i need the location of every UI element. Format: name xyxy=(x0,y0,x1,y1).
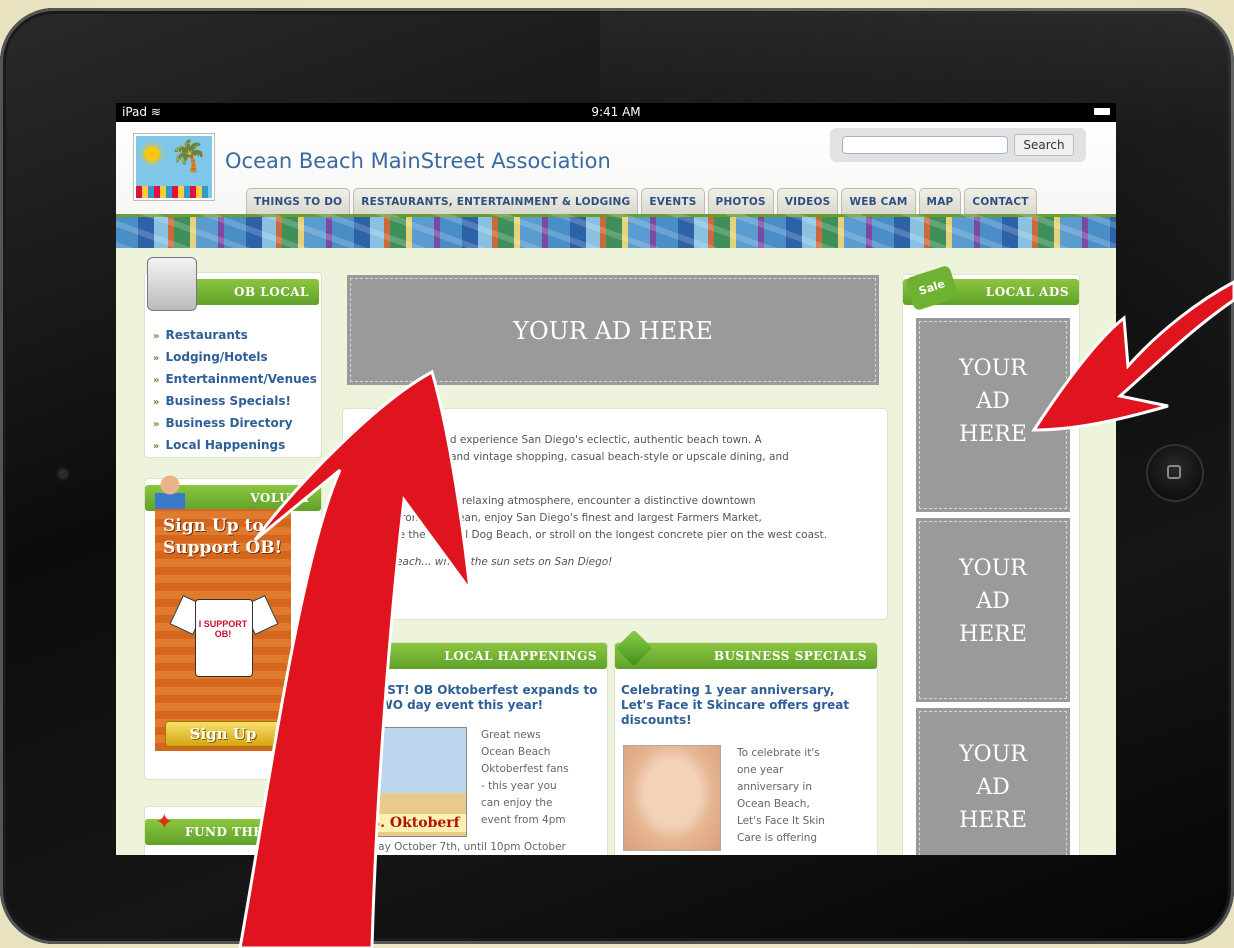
business-specials-body: To celebrate it's one year anniversary i… xyxy=(737,747,825,844)
website: 🌴 Ocean Beach MainStreet Association Sea… xyxy=(116,122,1116,855)
business-specials-title[interactable]: Celebrating 1 year anniversary, Let's Fa… xyxy=(621,683,861,728)
nav-tab-web-cam[interactable]: WEB CAM xyxy=(841,188,916,215)
local-happenings-panel: LOCAL HAPPENINGS PROST! OB Oktoberfest e… xyxy=(352,637,608,855)
side-ad-3[interactable]: YOUR AD HERE xyxy=(919,711,1067,855)
side-ad-1[interactable]: YOUR AD HERE xyxy=(919,321,1067,509)
intro-text: cean Beach and experience San Diego's ec… xyxy=(366,432,896,581)
list-item[interactable]: » Local Happenings xyxy=(153,435,317,457)
home-button[interactable] xyxy=(1148,446,1202,500)
promo-text: Sign Up to Support OB! xyxy=(163,516,283,558)
ob-local-list: » Restaurants » Lodging/Hotels » Entertainm… xyxy=(153,325,317,457)
logo-ground xyxy=(136,186,208,198)
intro-tagline: ean Beach... where the sun sets on San D… xyxy=(366,556,613,568)
list-item[interactable]: » Business Directory xyxy=(153,413,317,435)
palm-tree-icon: 🌴 xyxy=(170,140,208,173)
volunteer-panel: VOLUNT Sign Up to Support OB! I SUPPORT … xyxy=(144,475,322,780)
local-happenings-title[interactable]: PROST! OB Oktoberfest expands to a TWO d… xyxy=(359,683,599,713)
nav-tab-videos[interactable]: VIDEOS xyxy=(776,188,839,215)
skincare-image[interactable] xyxy=(623,745,721,851)
ob-local-heading: OB LOCAL xyxy=(189,279,319,305)
intro-paragraph-2: y in our open and relaxing atmosphere, e… xyxy=(366,495,827,541)
list-item[interactable]: » Business Specials! xyxy=(153,391,317,413)
main-nav: THINGS TO DO RESTAURANTS, ENTERTAINMENT … xyxy=(246,188,1037,215)
list-item[interactable]: » Entertainment/Venues xyxy=(153,369,317,391)
ob-local-panel: OB LOCAL » Restaurants » Lodging/Hotels » E… xyxy=(144,257,322,458)
tshirt-text: I SUPPORT OB! xyxy=(198,619,248,639)
camera-icon xyxy=(58,469,68,479)
sign-up-button[interactable]: Sign Up xyxy=(165,721,281,747)
local-ads-panel: LOCAL ADS Sale YOUR AD HERE YOUR AD HERE YOU… xyxy=(902,264,1080,855)
business-specials-panel: BUSINESS SPECIALS Celebrating 1 year ann… xyxy=(614,629,878,855)
nav-tab-contact[interactable]: CONTACT xyxy=(964,188,1037,215)
nav-tab-restaurants[interactable]: RESTAURANTS, ENTERTAINMENT & LODGING xyxy=(353,188,639,215)
search-input[interactable] xyxy=(842,136,1008,154)
volunteer-promo[interactable]: Sign Up to Support OB! I SUPPORT OB! Sig… xyxy=(155,509,291,751)
rocket-icon: ✦ xyxy=(155,809,174,834)
banner-ad-text: YOUR AD HERE xyxy=(513,317,713,345)
intro-paragraph-1: cean Beach and experience San Diego's ec… xyxy=(366,434,789,480)
site-logo[interactable]: 🌴 xyxy=(134,134,214,200)
oktoberfest-image[interactable]: B. Oktoberf xyxy=(361,727,467,837)
local-happenings-body: Great news Ocean Beach Oktoberfest fans … xyxy=(481,729,569,826)
nav-tab-photos[interactable]: PHOTOS xyxy=(707,188,774,215)
list-item[interactable]: » Lodging/Hotels xyxy=(153,347,317,369)
local-happenings-heading: LOCAL HAPPENINGS xyxy=(353,643,607,669)
home-square-icon xyxy=(1167,465,1181,479)
site-header: 🌴 Ocean Beach MainStreet Association Sea… xyxy=(116,122,1116,215)
search-button[interactable]: Search xyxy=(1014,134,1074,156)
pushpin-icon xyxy=(365,637,387,659)
ipad-screen: iPad ≋ 9:41 AM 🌴 Ocean Beach MainStreet … xyxy=(116,103,1116,855)
nav-tab-things-to-do[interactable]: THINGS TO DO xyxy=(246,188,351,215)
mosaic-overlay xyxy=(116,214,1116,248)
local-happenings-body-tail: Friday October 7th, until 10pm October xyxy=(359,841,566,853)
business-specials-heading: BUSINESS SPECIALS xyxy=(615,643,877,669)
banner-ad[interactable]: YOUR AD HERE xyxy=(350,278,876,382)
sun-icon xyxy=(144,146,160,162)
nav-tab-map[interactable]: MAP xyxy=(918,188,962,215)
battery-icon xyxy=(1094,108,1110,115)
site-title[interactable]: Ocean Beach MainStreet Association xyxy=(225,149,611,173)
nav-tab-events[interactable]: EVENTS xyxy=(641,188,705,215)
oktoberfest-image-label: B. Oktoberf xyxy=(362,814,466,832)
clock: 9:41 AM xyxy=(591,105,641,119)
side-ad-2[interactable]: YOUR AD HERE xyxy=(919,521,1067,699)
tshirt-icon: I SUPPORT OB! xyxy=(169,587,279,677)
search-box: Search xyxy=(830,128,1086,162)
food-cart-icon xyxy=(147,257,197,311)
list-item[interactable]: » Restaurants xyxy=(153,325,317,347)
fund-panel: FUND THE FU ✦ xyxy=(144,806,322,855)
status-bar: iPad ≋ 9:41 AM xyxy=(116,103,1116,122)
